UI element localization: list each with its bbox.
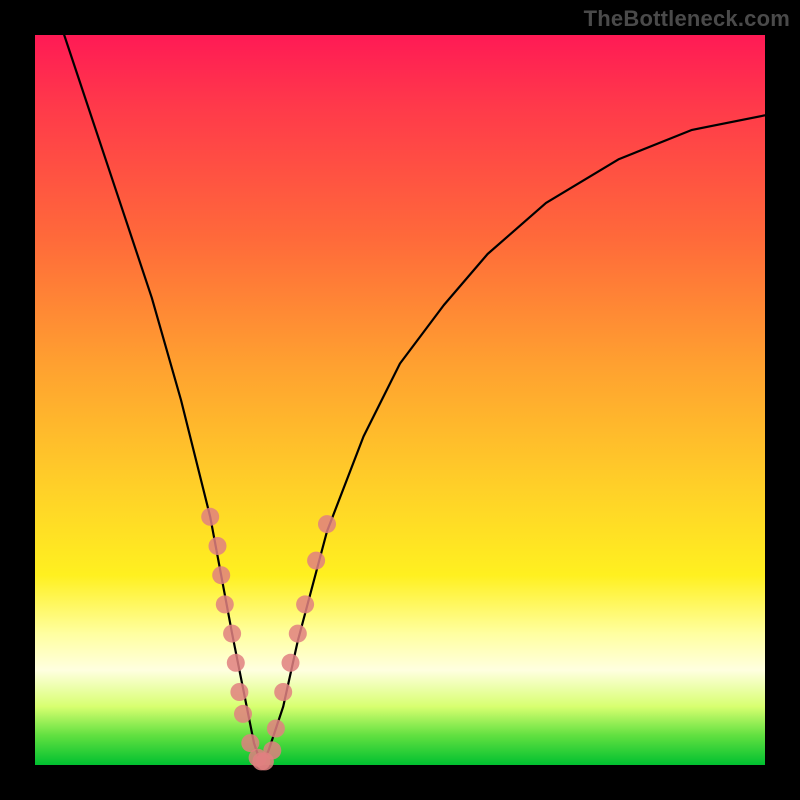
bottleneck-curve [64, 35, 765, 765]
chart-frame: TheBottleneck.com [0, 0, 800, 800]
watermark-text: TheBottleneck.com [584, 6, 790, 32]
chart-overlay [0, 0, 800, 800]
highlighted-points [201, 508, 336, 771]
